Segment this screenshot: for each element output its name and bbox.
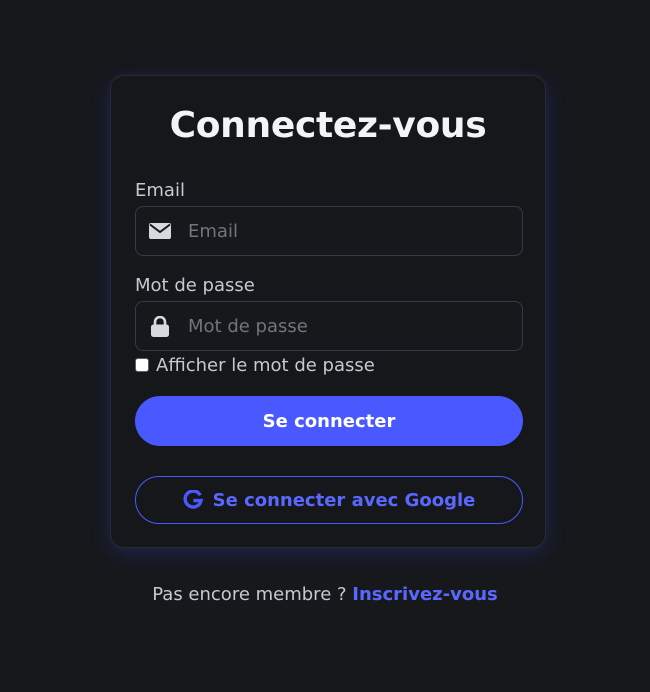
email-input[interactable] — [186, 219, 510, 243]
password-field[interactable] — [135, 301, 523, 351]
google-icon — [183, 490, 203, 510]
signup-prompt-line: Pas encore membre ? Inscrivez-vous — [0, 583, 650, 607]
login-card: Connectez-vous Email Mot de passe — [110, 75, 546, 548]
email-field[interactable] — [135, 206, 523, 256]
google-login-button[interactable]: Se connecter avec Google — [135, 476, 523, 524]
password-label: Mot de passe — [135, 275, 255, 296]
signup-prompt-text: Pas encore membre ? — [152, 584, 347, 605]
page-title: Connectez-vous — [169, 105, 487, 146]
lock-icon — [149, 315, 171, 337]
password-input[interactable] — [186, 314, 510, 338]
google-login-label: Se connecter avec Google — [212, 489, 476, 511]
email-label: Email — [135, 180, 185, 201]
show-password-label: Afficher le mot de passe — [156, 355, 375, 376]
login-page: Connectez-vous Email Mot de passe — [0, 0, 650, 692]
show-password-checkbox[interactable] — [135, 358, 149, 372]
login-button[interactable]: Se connecter — [135, 396, 523, 446]
show-password-toggle[interactable]: Afficher le mot de passe — [135, 355, 375, 377]
envelope-icon — [149, 220, 171, 242]
signup-link[interactable]: Inscrivez-vous — [352, 584, 497, 605]
